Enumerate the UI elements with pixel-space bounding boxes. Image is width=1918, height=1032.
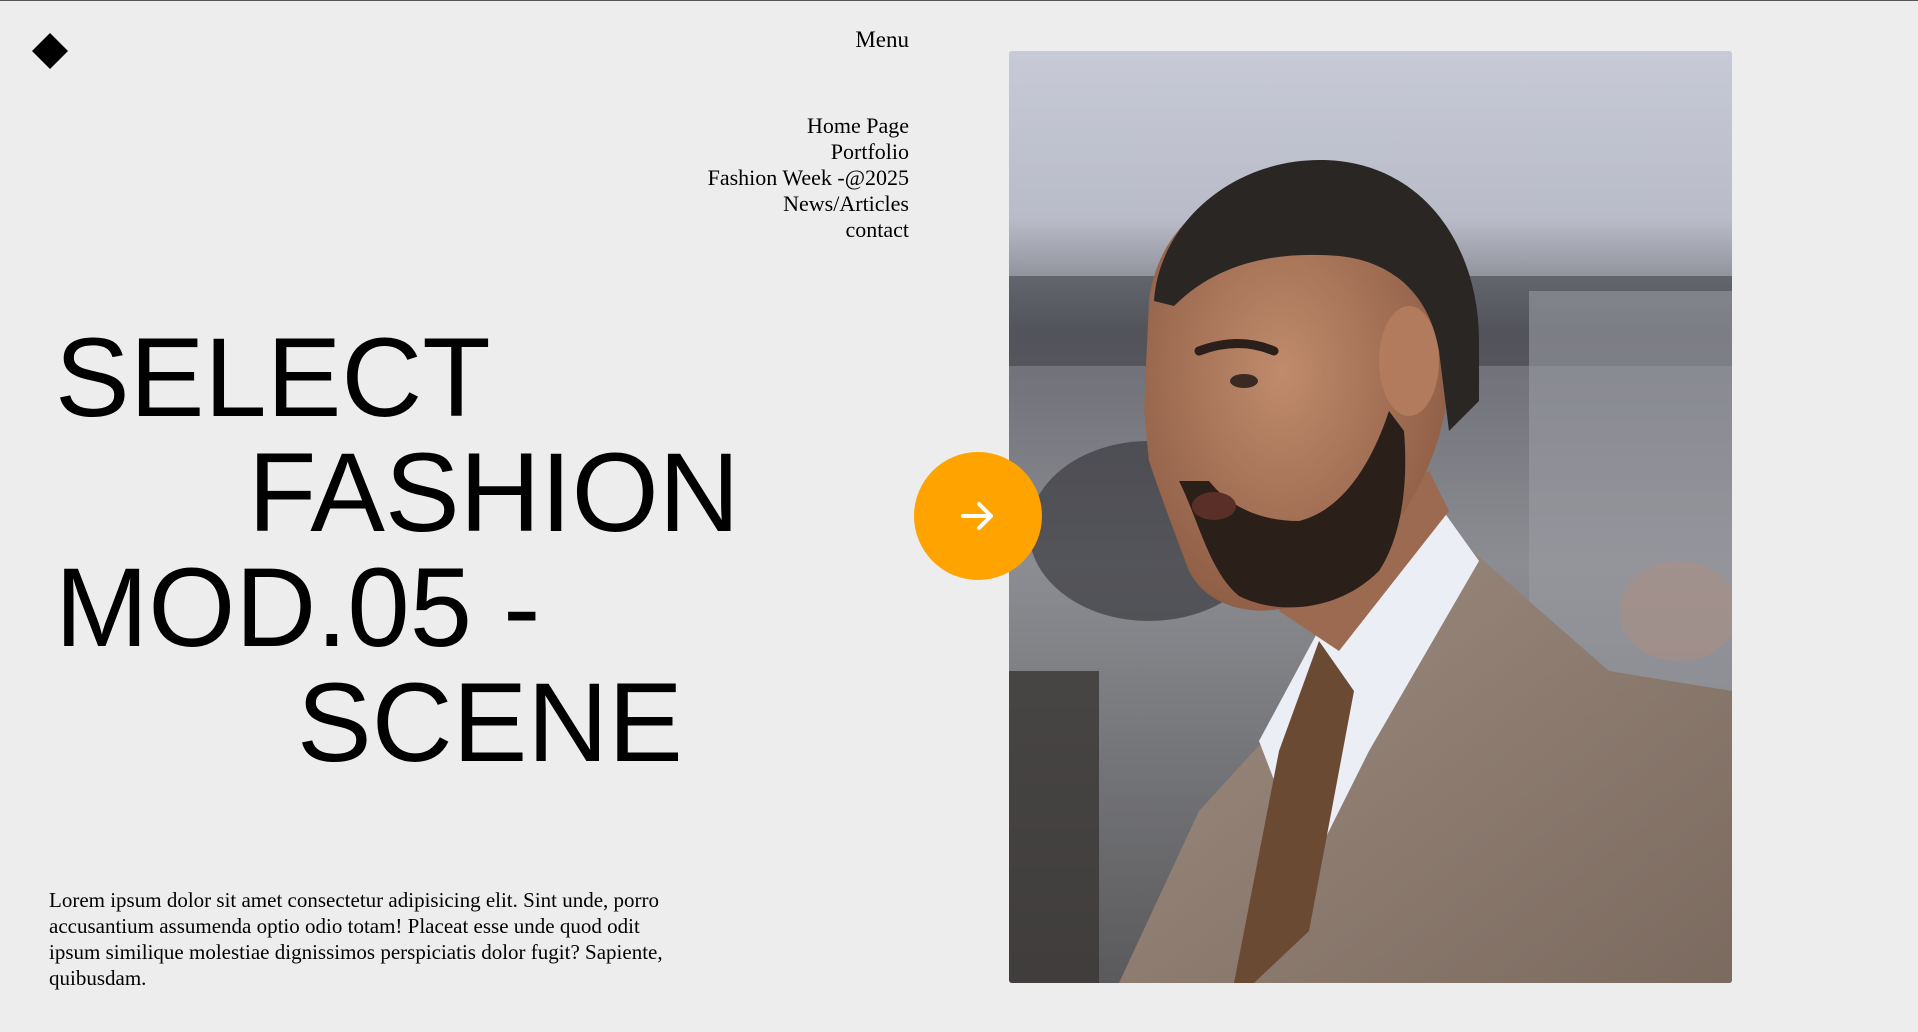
headline-line-1: SELECT bbox=[55, 315, 491, 440]
arrow-right-icon bbox=[961, 502, 993, 530]
diamond-logo-icon[interactable] bbox=[32, 33, 68, 69]
headline-line-4: SCENE bbox=[297, 660, 683, 785]
nav-item-home[interactable]: Home Page bbox=[708, 113, 909, 139]
next-slide-button[interactable] bbox=[914, 452, 1042, 580]
main-nav: Home Page Portfolio Fashion Week -@2025 … bbox=[708, 113, 909, 243]
headline-line-2: FASHION bbox=[248, 430, 740, 555]
hero-photo-model bbox=[1009, 51, 1732, 983]
nav-item-portfolio[interactable]: Portfolio bbox=[708, 139, 909, 165]
top-border bbox=[0, 0, 1918, 1]
hero-description: Lorem ipsum dolor sit amet consectetur a… bbox=[49, 888, 663, 990]
menu-toggle[interactable]: Menu bbox=[855, 26, 909, 53]
nav-item-fashion-week[interactable]: Fashion Week -@2025 bbox=[708, 165, 909, 191]
model-portrait-image bbox=[1009, 51, 1732, 983]
headline-line-3: MOD.05 - bbox=[55, 545, 541, 670]
hero-headline: SELECT FASHION MOD.05 - SCENE bbox=[55, 320, 740, 780]
nav-item-news-articles[interactable]: News/Articles bbox=[708, 191, 909, 217]
nav-item-contact[interactable]: contact bbox=[708, 217, 909, 243]
